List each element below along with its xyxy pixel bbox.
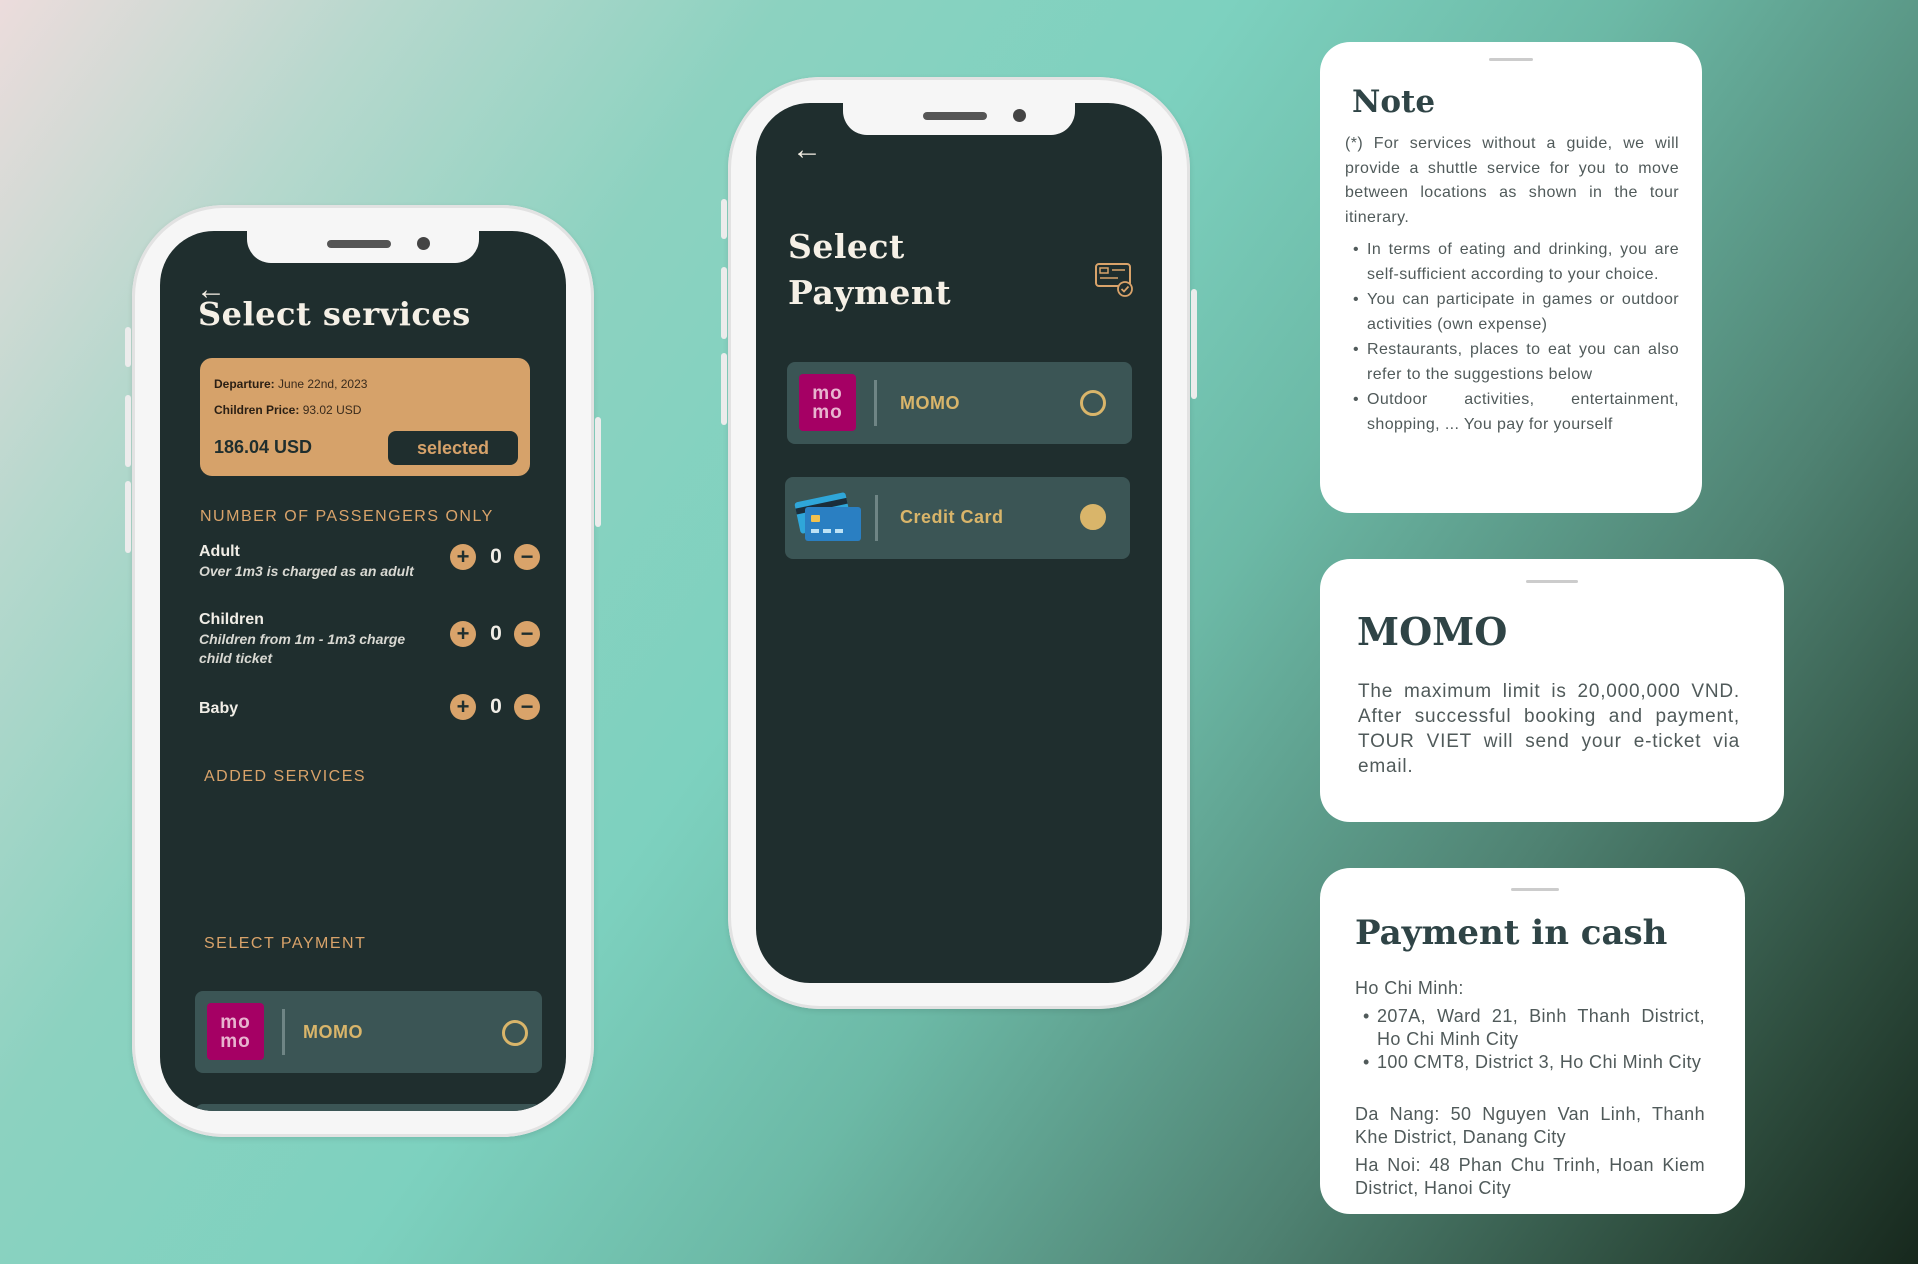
cash-hcm-addresses: 207A, Ward 21, Binh Thanh District, Ho C… [1355,1005,1705,1074]
side-button [721,267,727,339]
camera [417,237,430,250]
side-button [125,481,131,553]
payment-option-momo[interactable]: mo mo MOMO [787,362,1132,444]
note-bullets: In terms of eating and drinking, you are… [1345,237,1679,437]
cash-danang: Da Nang: 50 Nguyen Van Linh, Thanh Khe D… [1355,1104,1705,1147]
phone-select-payment: ← Select Payment mo mo MOMO Credit Card [721,77,1197,1009]
adult-count: 0 [490,545,502,568]
note-bullet: In terms of eating and drinking, you are… [1345,237,1679,287]
ticket-card[interactable]: Departure: June 22nd, 2023 Children Pric… [200,358,530,476]
page-title: Select services [198,295,471,333]
divider [875,495,878,541]
momo-title: MOMO [1357,609,1508,654]
children-price-label: Children Price: [214,403,300,417]
cash-hcm-address: 100 CMT8, District 3, Ho Chi Minh City [1355,1051,1705,1074]
note-sheet: Note (*) For services without a guide, w… [1320,42,1702,513]
page-title-line2: Payment [788,273,952,312]
phone-select-services: ← Select services Departure: June 22nd, … [125,205,601,1137]
payment-option-next[interactable] [195,1104,542,1111]
adult-decrement-button[interactable]: − [514,544,540,570]
children-count: 0 [490,622,502,645]
page-title-line1: Select [788,227,905,266]
passengers-heading: NUMBER OF PASSENGERS ONLY [200,508,494,525]
payment-option-momo[interactable]: mo mo MOMO [195,991,542,1073]
children-price-value: 93.02 USD [302,403,362,417]
payment-radio-selected[interactable] [1080,504,1106,530]
children-decrement-button[interactable]: − [514,621,540,647]
divider [874,380,877,426]
camera [1013,109,1026,122]
select-payment-heading: SELECT PAYMENT [204,935,367,952]
side-button [721,353,727,425]
payment-label: MOMO [900,393,960,413]
departure-label: Departure: [214,377,275,391]
children-increment-button[interactable]: + [450,621,476,647]
baby-decrement-button[interactable]: − [514,694,540,720]
passenger-adult-name: Adult [199,543,240,560]
adult-increment-button[interactable]: + [450,544,476,570]
departure-value: June 22nd, 2023 [278,377,368,391]
phone-screen: ← Select Payment mo mo MOMO Credit Card [756,103,1162,983]
side-button [125,327,131,367]
speaker [923,112,987,120]
payment-radio-unselected[interactable] [1080,390,1106,416]
added-services-heading: ADDED SERVICES [204,768,367,785]
note-bullet: You can participate in games or outdoor … [1345,287,1679,337]
payment-label: MOMO [303,1022,363,1042]
momo-logo-bottom: mo [812,401,843,423]
credit-cards-icon [793,491,865,548]
phone-notch [247,231,479,263]
passenger-adult-desc: Over 1m3 is charged as an adult [199,563,414,579]
passenger-children-desc: Children from 1m - 1m3 charge child tick… [199,631,406,666]
side-button [1191,289,1197,399]
speaker [327,240,391,248]
credit-card-check-icon [1094,260,1134,303]
sheet-handle[interactable] [1511,888,1559,891]
phone-notch [843,103,1075,135]
arrow-left-icon[interactable]: ← [792,135,822,165]
passenger-baby-name: Baby [199,700,239,717]
side-button [721,199,727,239]
momo-logo: mo mo [799,374,856,431]
cash-hanoi: Ha Noi: 48 Phan Chu Trinh, Hoan Kiem Dis… [1355,1155,1705,1198]
note-bullet: Outdoor activities, entertainment, shopp… [1345,387,1679,437]
momo-logo: mo mo [207,1003,264,1060]
children-price-line: Children Price: 93.02 USD [214,403,361,417]
side-button [125,395,131,467]
selected-button[interactable]: selected [388,431,518,465]
baby-increment-button[interactable]: + [450,694,476,720]
cash-title: Payment in cash [1355,913,1668,953]
payment-label: Credit Card [900,507,1004,527]
ticket-total: 186.04 USD [214,437,313,457]
divider [282,1009,285,1055]
payment-option-credit-card[interactable]: Credit Card [785,477,1130,559]
side-button [595,417,601,527]
cash-sheet: Payment in cash Ho Chi Minh: 207A, Ward … [1320,868,1745,1214]
momo-sheet: MOMO The maximum limit is 20,000,000 VND… [1320,559,1784,822]
momo-body: The maximum limit is 20,000,000 VND. Aft… [1358,681,1740,777]
momo-logo-top: mo [812,382,843,404]
momo-logo-bottom: mo [220,1030,251,1052]
baby-count: 0 [490,695,502,718]
note-title: Note [1352,84,1436,120]
payment-radio[interactable] [502,1020,528,1046]
note-bullet: Restaurants, places to eat you can also … [1345,337,1679,387]
cash-hcm-address: 207A, Ward 21, Binh Thanh District, Ho C… [1355,1005,1705,1051]
note-intro: (*) For services without a guide, we wil… [1345,135,1679,226]
passenger-children-name: Children [199,611,264,628]
cash-hcm-label: Ho Chi Minh: [1355,978,1464,998]
momo-logo-top: mo [220,1011,251,1033]
departure-line: Departure: June 22nd, 2023 [214,377,367,391]
sheet-handle[interactable] [1489,58,1533,61]
phone-screen: ← Select services Departure: June 22nd, … [160,231,566,1111]
sheet-handle[interactable] [1526,580,1578,583]
